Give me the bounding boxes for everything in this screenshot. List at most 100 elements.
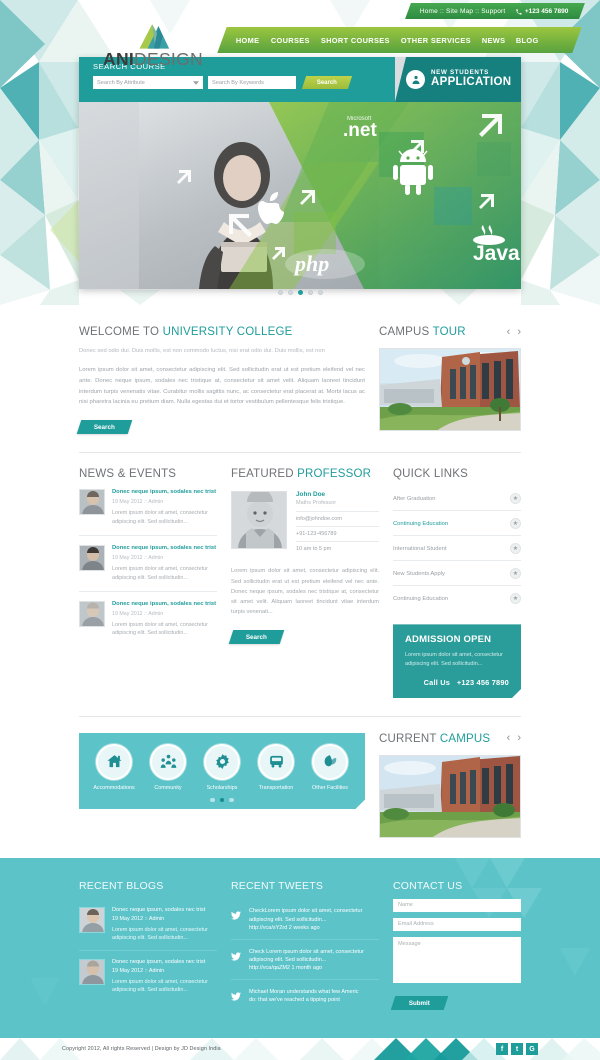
news-thumbnail (79, 600, 105, 627)
facility-scholarships[interactable]: Scholarships (195, 744, 249, 791)
nav-item-blog[interactable]: BLOG (516, 36, 539, 45)
tweet-link[interactable]: http://vca/sY2rd 2 weeks ago (249, 925, 379, 931)
facility-transportation[interactable]: Transportation (249, 744, 303, 791)
tweet-text: Check Lorem ipsum dolor sit amet, consec… (249, 948, 364, 964)
news-item[interactable]: Donec neque ipsum, sodales nec trist 19 … (79, 592, 217, 647)
admission-open-box[interactable]: ADMISSION OPEN Lorem ipsum dolor sit ame… (393, 624, 521, 698)
hero-search-button[interactable]: Search (301, 76, 353, 89)
admission-title: ADMISSION OPEN (405, 634, 492, 646)
tweet-link[interactable]: do: that we've reached a tipping point (249, 997, 379, 1003)
news-item-text: Lorem ipsum dolor sit amet, consectetur … (112, 621, 208, 637)
hero-dot-4[interactable] (307, 290, 313, 295)
current-campus-next-icon[interactable]: › (517, 733, 521, 744)
welcome-search-button[interactable]: Search (76, 420, 133, 435)
contact-email-input[interactable]: Email Address (393, 917, 521, 931)
facility-other[interactable]: Other Facilities (303, 744, 357, 791)
facility-dot-1[interactable] (210, 798, 215, 803)
campus-tour-title-accent: TOUR (432, 326, 466, 338)
current-campus-prev-icon[interactable]: ‹ (507, 733, 511, 744)
contact-email-placeholder: Email Address (398, 921, 434, 928)
tweet-item[interactable]: Check Lorem ipsum dolor sit amet, consec… (231, 940, 379, 981)
utility-topbar: Home :: Site Map :: Support +123 456 789… (404, 3, 585, 19)
welcome-title-accent: UNIVERSITY COLLEGE (162, 326, 293, 338)
search-attribute-select[interactable]: Search By Attribute (93, 76, 203, 89)
news-item-meta: 19 May 2012 :: Admin (112, 555, 164, 562)
phone-icon (515, 8, 522, 14)
nav-item-short-courses[interactable]: SHORT COURSES (321, 36, 390, 45)
facility-dot-3[interactable] (229, 798, 234, 803)
news-item-title[interactable]: Donec neque ipsum, sodales nec trist (112, 489, 217, 497)
hero-dot-5[interactable] (317, 290, 323, 295)
star-icon: ★ (510, 493, 521, 505)
tweet-link[interactable]: http://vca/qaZM2 1 month ago (249, 965, 379, 971)
professor-name: John Doe (296, 491, 326, 499)
news-item-title[interactable]: Donec neque ipsum, sodales nec trist (112, 545, 217, 553)
star-icon: ★ (510, 568, 521, 580)
search-attribute-value: Search By Attribute (97, 79, 145, 86)
quick-links-column: QUICK LINKS After Graduation ★ Continuin… (393, 468, 521, 698)
tweet-item[interactable]: CheckLorem ipsum dolor sit amet, consect… (231, 899, 379, 940)
topbar-phone-number: +123 456 7890 (524, 7, 568, 15)
professor-search-button[interactable]: Search (228, 629, 285, 644)
blog-item[interactable]: Donec neque ipsum, sodales nec trist 19 … (79, 951, 217, 1002)
new-students-application-banner[interactable]: NEW STUDENTS APPLICATION (395, 57, 521, 102)
facilities-section: Accommodations Community Scholarships Tr… (79, 717, 521, 838)
facility-dot-2[interactable] (220, 798, 225, 803)
hero-dot-3[interactable] (297, 290, 303, 295)
facility-accommodations[interactable]: Accommodations (87, 744, 141, 791)
contact-name-input[interactable]: Name (393, 898, 521, 912)
search-keywords-input[interactable]: Search By Keywords (208, 76, 296, 89)
blog-item-meta: 19 May 2012 :: Admin (112, 915, 165, 922)
nav-item-news[interactable]: NEWS (482, 36, 506, 45)
admission-call-number: +123 456 7890 (456, 677, 509, 687)
social-links[interactable]: f t G (496, 1043, 538, 1056)
quick-link-item[interactable]: Continuing Education ★ (393, 511, 521, 537)
hero-dot-2[interactable] (287, 290, 293, 295)
campus-tour-next-icon[interactable]: › (517, 326, 521, 338)
hero-slider-dots[interactable] (0, 290, 600, 295)
professor-phone: +91-123-456789 (296, 527, 379, 543)
quick-link-item[interactable]: New Students Apply ★ (393, 561, 521, 587)
twitter-icon[interactable]: t (511, 1043, 523, 1056)
quick-link-item[interactable]: International Student ★ (393, 536, 521, 562)
nav-item-courses[interactable]: COURSES (271, 36, 310, 45)
blog-item-title[interactable]: Donec neque ipsum, sodales nec trist (112, 959, 217, 967)
professor-role: Maths Professor (296, 500, 379, 513)
nav-item-home[interactable]: HOME (236, 36, 260, 45)
copyright-text: Copyright 2012, All rights Reserved | De… (62, 1046, 221, 1053)
news-item-meta: 19 May 2012 :: Admin (112, 610, 164, 617)
facilities-dots[interactable] (87, 798, 357, 803)
news-events-column: NEWS & EVENTS Donec neque ipsum, sodales… (79, 468, 217, 698)
blog-item-title[interactable]: Donec neque ipsum, sodales nec trist (112, 907, 217, 915)
user-group-icon (406, 70, 425, 89)
professor-email[interactable]: info@johndoe.com (296, 512, 379, 528)
news-item-title[interactable]: Donec neque ipsum, sodales nec trist (112, 601, 217, 609)
blog-item[interactable]: Donec neque ipsum, sodales nec trist 19 … (79, 899, 217, 952)
google-plus-icon[interactable]: G (526, 1043, 538, 1056)
news-item[interactable]: Donec neque ipsum, sodales nec trist 19 … (79, 536, 217, 592)
news-thumbnail (79, 489, 105, 516)
tweet-item[interactable]: Michael Moran understands what few Ameri… (231, 980, 379, 1014)
site-logo[interactable]: ANIDESIGN (103, 22, 203, 69)
main-navigation[interactable]: HOME COURSES SHORT COURSES OTHER SERVICE… (217, 27, 582, 53)
topbar-phone[interactable]: +123 456 7890 (515, 8, 568, 15)
admission-text: Lorem ipsum dolor sit amet, consectetur … (405, 652, 503, 668)
logo-text-part2: DESIGN (134, 49, 203, 69)
current-campus-title-accent: CAMPUS (439, 732, 491, 745)
facebook-icon[interactable]: f (496, 1043, 508, 1056)
facility-label: Other Facilities (312, 784, 348, 791)
quick-link-item[interactable]: Continuing Education ★ (393, 586, 521, 610)
facility-community[interactable]: Community (141, 744, 195, 791)
news-item[interactable]: Donec neque ipsum, sodales nec trist 19 … (79, 480, 217, 537)
topbar-links[interactable]: Home :: Site Map :: Support (420, 8, 506, 15)
contact-submit-button[interactable]: Submit (390, 996, 449, 1011)
contact-message-textarea[interactable]: Message (393, 936, 521, 983)
quick-link-item[interactable]: After Graduation ★ (393, 486, 521, 512)
current-campus-image[interactable] (379, 754, 521, 838)
nav-item-other-services[interactable]: OTHER SERVICES (401, 36, 471, 45)
facility-label: Community (154, 784, 182, 791)
campus-tour-image[interactable] (379, 348, 521, 431)
hero-dot-1[interactable] (277, 290, 283, 295)
quick-link-label: After Graduation (393, 495, 436, 502)
campus-tour-prev-icon[interactable]: ‹ (507, 326, 511, 338)
